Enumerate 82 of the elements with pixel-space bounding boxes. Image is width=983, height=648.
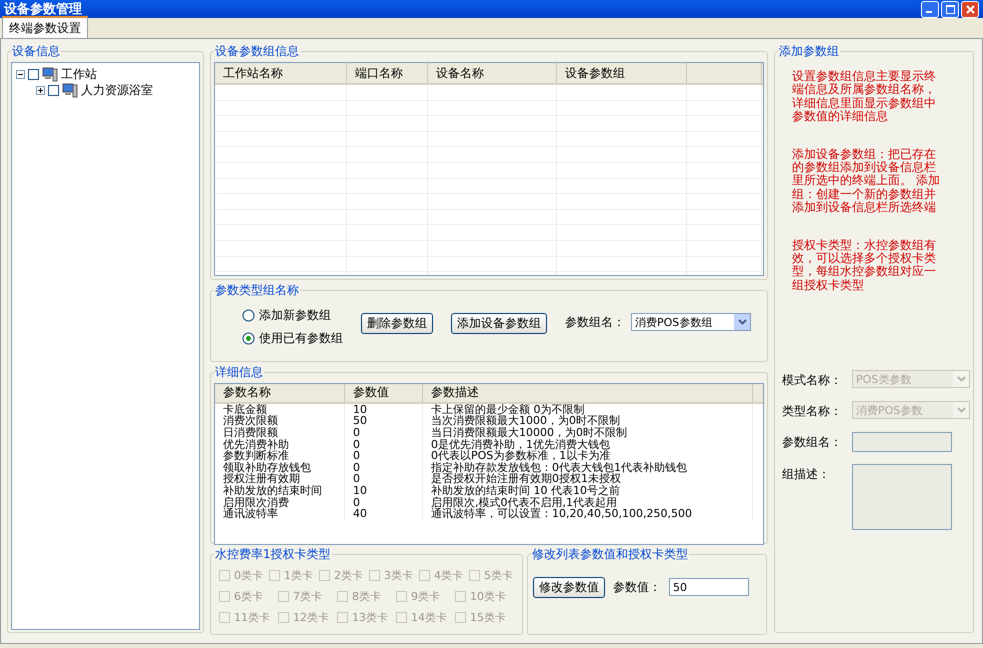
window-title: 设备参数管理: [4, 1, 82, 18]
column-header[interactable]: 参数名称: [215, 384, 345, 402]
chevron-down-icon: [956, 407, 966, 413]
table-cell: 通讯波特率，可以设置：10,20,40,50,100,250,500: [423, 508, 753, 520]
value-field[interactable]: 50: [669, 578, 749, 596]
table-cell: 通讯波特率: [215, 508, 345, 520]
group-title: 添加参数组: [778, 43, 840, 60]
radio-button[interactable]: [242, 332, 255, 345]
help-text: 添加设备参数组：把已存在的参数组添加到设备信息栏里所选中的终端上面。 添加组：创建一个新的参数组并添加到设备信息栏所选终端: [792, 148, 940, 215]
expand-icon[interactable]: [36, 86, 45, 94]
table-cell: 0代表以POS为参数标准，1以卡为准: [423, 450, 753, 462]
radio-button[interactable]: [242, 309, 255, 322]
table-cell: 是否授权开始注册有效期0授权1未授权: [423, 473, 753, 485]
column-header[interactable]: 参数描述: [423, 384, 753, 402]
table-cell: 日消费限额: [215, 426, 345, 439]
table-cell: 0: [345, 462, 423, 474]
group-button[interactable]: 添加设备参数组: [451, 313, 547, 334]
table-cell: 补助发放的结束时间: [215, 484, 345, 496]
table-cell: 消费次限额: [215, 415, 345, 427]
maximize-button[interactable]: [941, 0, 959, 18]
field-label: 参数值：: [613, 578, 661, 596]
table-cell: 0: [345, 426, 423, 439]
tree-item-label[interactable]: 工作站: [61, 66, 97, 82]
field-label: 参数组名：: [565, 314, 625, 330]
table-cell: 卡上保留的最少金额 0为不限制: [423, 404, 753, 416]
modify-button[interactable]: 修改参数值: [533, 576, 605, 598]
close-icon: [966, 4, 974, 14]
table-cell: 启用限次,模式0代表不启用,1代表起用: [423, 496, 753, 508]
table-cell: 补助发放的结束时间 10 代表10号之前: [423, 484, 753, 496]
help-text: 授权卡类型：水控参数组有效，可以选择多个授权卡类型，每组水控参数组对应一组授权卡类型: [792, 238, 937, 292]
table-cell: 50: [345, 415, 423, 427]
checkbox[interactable]: [48, 84, 59, 96]
group-title: 详细信息: [214, 364, 264, 381]
group-title: 设备信息: [11, 43, 61, 60]
table-cell: 指定补助存款发放钱包：0代表大钱包1代表补助钱包: [423, 462, 753, 474]
computer-icon: [42, 66, 58, 82]
radio-label[interactable]: 添加新参数组: [259, 307, 331, 324]
table-cell: 0: [345, 450, 423, 462]
group-button[interactable]: 删除参数组: [361, 313, 433, 334]
table-cell: 0是优先消费补助，1优先消费大钱包: [423, 438, 753, 450]
table-cell: 授权注册有效期: [215, 473, 345, 485]
chevron-down-icon: [956, 376, 966, 382]
table-cell: 0: [345, 496, 423, 508]
help-text: 设置参数组信息主要显示终端信息及所属参数组名称，详细信息里面显示参数组中参数值的详细信息: [792, 70, 937, 124]
table-cell: 参数判断标准: [215, 450, 345, 462]
table-cell: 10: [345, 404, 423, 416]
column-header[interactable]: 设备参数组: [557, 63, 687, 83]
input-field[interactable]: [852, 432, 952, 452]
table-cell: 卡底金额: [215, 404, 345, 416]
group-title: 参数类型组名称: [214, 282, 300, 299]
collapse-icon[interactable]: [16, 70, 25, 78]
group-title: 设备参数组信息: [214, 43, 300, 60]
column-header[interactable]: 工作站名称: [215, 63, 347, 83]
chevron-down-icon: [738, 319, 746, 325]
table-cell: 当次消费限额最大1000，为0时不限制: [423, 415, 753, 427]
tab[interactable]: 终端参数设置: [2, 16, 88, 38]
column-header[interactable]: 设备名称: [428, 63, 557, 83]
table-cell: 启用限次消费: [215, 496, 345, 508]
column-header[interactable]: 参数值: [345, 384, 423, 402]
table-cell: 领取补助存放钱包: [215, 462, 345, 474]
group-title: 修改列表参数值和授权卡类型: [531, 546, 689, 563]
close-button[interactable]: [961, 0, 979, 18]
table-cell: 优先消费补助: [215, 438, 345, 450]
tree-item-label[interactable]: 人力资源浴室: [81, 82, 153, 98]
radio-label[interactable]: 使用已有参数组: [259, 330, 343, 347]
group-name-dropdown[interactable]: 消费POS参数组: [631, 313, 751, 331]
table-cell: 当日消费限额最大10000，为0时不限制: [423, 426, 753, 439]
column-header[interactable]: 端口名称: [347, 63, 428, 83]
table-cell: 0: [345, 438, 423, 450]
maximize-icon: [946, 4, 954, 14]
field-label: 参数组名：: [782, 434, 843, 451]
field-label: 组描述：: [782, 466, 831, 483]
minimize-button[interactable]: [921, 0, 939, 18]
field-label: 模式名称：: [782, 372, 843, 389]
table-cell: 10: [345, 484, 423, 496]
table-cell: 0: [345, 473, 423, 485]
text-area[interactable]: [852, 464, 952, 530]
field-label: 类型名称：: [782, 403, 843, 420]
checkbox[interactable]: [28, 68, 39, 80]
table-cell: 40: [345, 508, 423, 520]
computer-icon: [62, 82, 78, 98]
group-title: 水控费率1授权卡类型: [214, 546, 332, 563]
